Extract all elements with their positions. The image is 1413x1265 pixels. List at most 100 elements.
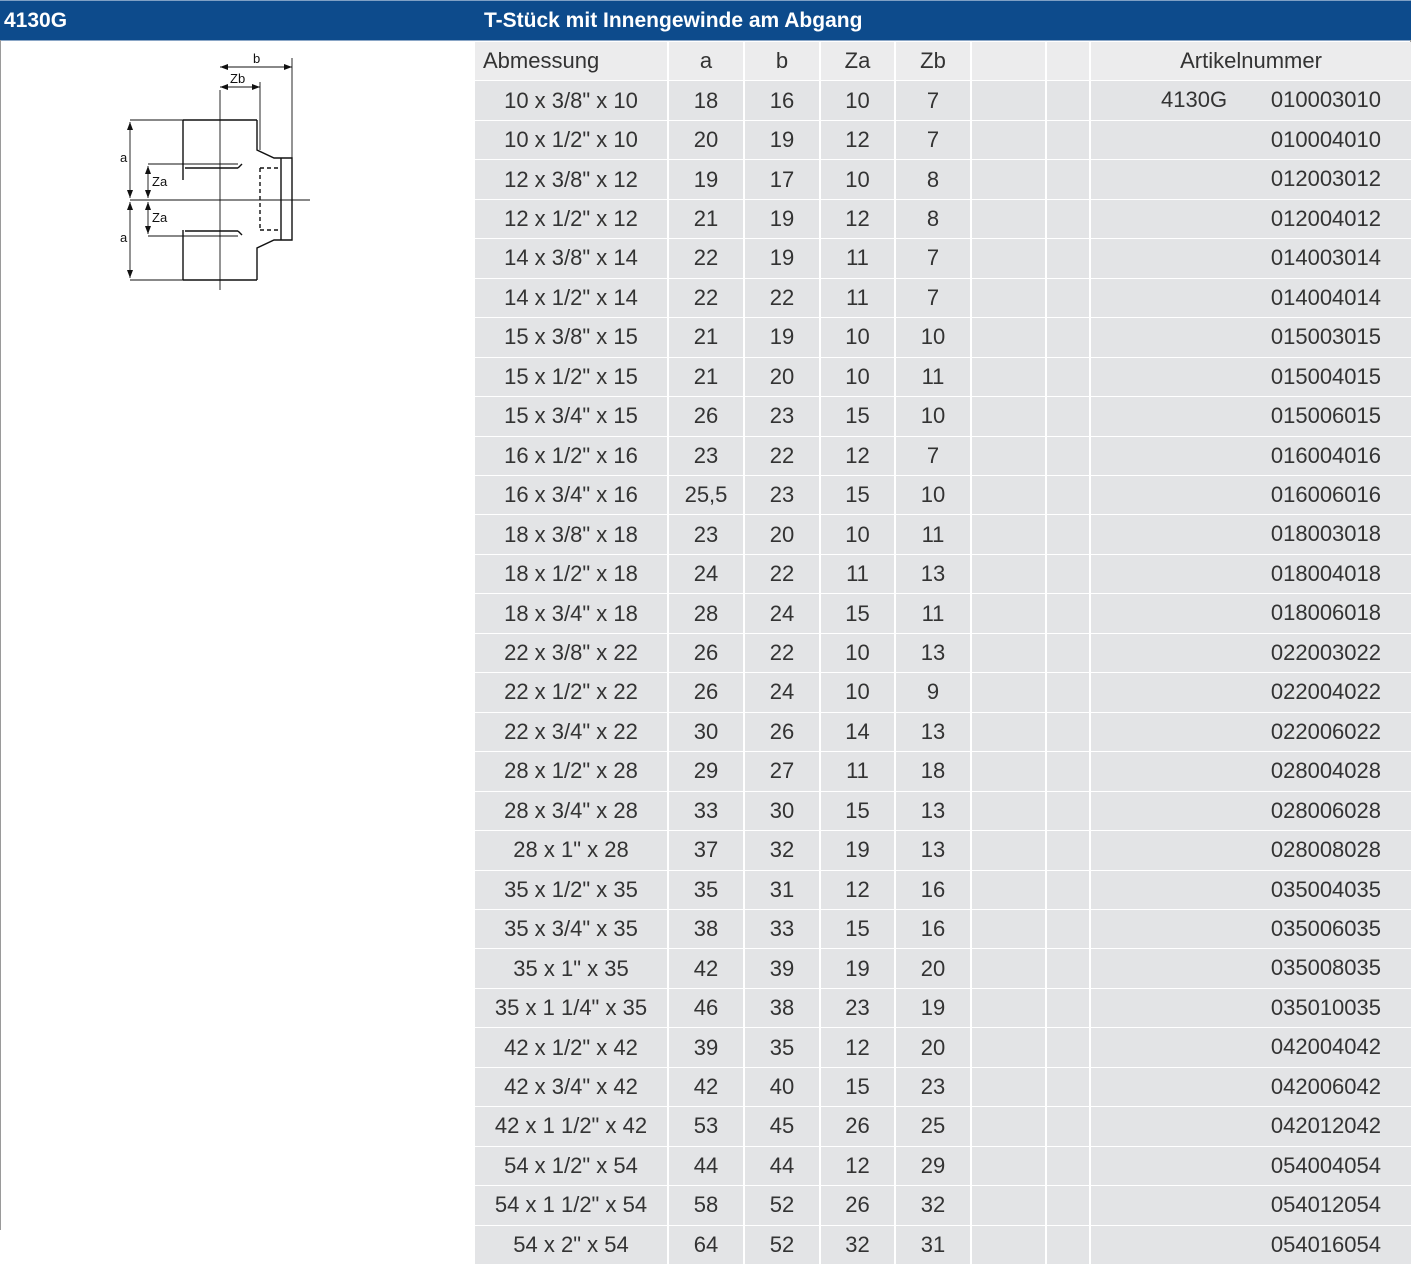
- cell-zb: 13: [894, 633, 971, 674]
- cell-abmessung: 22 x 3/4" x 22: [475, 712, 668, 753]
- cell-zb: 7: [894, 120, 971, 161]
- cell-empty: [970, 1225, 1046, 1265]
- cell-empty: [1045, 514, 1090, 555]
- cell-za: 15: [819, 475, 895, 516]
- cell-zb: 9: [894, 672, 971, 713]
- cell-artikelnummer: 035004035: [1089, 870, 1411, 910]
- article-number: 014004014: [1270, 284, 1381, 310]
- cell-artikelnummer: 054004054: [1089, 1146, 1411, 1187]
- cell-zb: 23: [894, 1067, 971, 1108]
- table-row: 14 x 1/2" x 14 22 22 11 7 014004014: [475, 278, 1411, 319]
- article-number: 016004016: [1270, 442, 1381, 468]
- col-header-artikelnummer: Artikelnummer: [1089, 42, 1411, 82]
- cell-artikelnummer: 028006028: [1089, 791, 1411, 832]
- cell-empty: [970, 554, 1046, 595]
- cell-za: 19: [819, 830, 895, 871]
- cell-a: 26: [667, 396, 744, 437]
- cell-empty: [970, 1027, 1046, 1068]
- cell-empty: [970, 1146, 1046, 1187]
- cell-artikelnummer: 015003015: [1089, 317, 1411, 358]
- article-number: 015003015: [1270, 324, 1381, 350]
- dim-label-b: b: [253, 51, 260, 66]
- table-row: 14 x 3/8" x 14 22 19 11 7 014003014: [475, 238, 1411, 279]
- cell-za: 12: [819, 1027, 895, 1068]
- cell-artikelnummer: 042012042: [1089, 1106, 1411, 1147]
- cell-artikelnummer: 018004018: [1089, 554, 1411, 595]
- cell-zb: 11: [894, 514, 971, 555]
- cell-empty: [1045, 712, 1090, 753]
- cell-b: 19: [743, 199, 820, 240]
- article-number: 010003010: [1270, 87, 1381, 113]
- table-row: 35 x 1/2" x 35 35 31 12 16 035004035: [475, 870, 1411, 910]
- cell-artikelnummer: 035010035: [1089, 988, 1411, 1029]
- cell-zb: 13: [894, 554, 971, 595]
- article-number: 014003014: [1270, 245, 1381, 271]
- cell-empty: [1045, 1146, 1090, 1187]
- cell-empty: [970, 1185, 1046, 1226]
- table-row: 54 x 1/2" x 54 44 44 12 29 054004054: [475, 1146, 1411, 1187]
- article-number: 012004012: [1270, 205, 1381, 231]
- cell-b: 22: [743, 436, 820, 476]
- cell-a: 21: [667, 357, 744, 398]
- cell-abmessung: 18 x 1/2" x 18: [475, 554, 668, 595]
- col-header-empty-2: [1045, 42, 1090, 82]
- cell-a: 39: [667, 1027, 744, 1068]
- table-row: 35 x 1" x 35 42 39 19 20 035008035: [475, 948, 1411, 989]
- cell-artikelnummer: 035008035: [1089, 948, 1411, 989]
- cell-empty: [1045, 791, 1090, 832]
- cell-za: 32: [819, 1225, 895, 1265]
- cell-a: 58: [667, 1185, 744, 1226]
- table-row: 22 x 3/4" x 22 30 26 14 13 022006022: [475, 712, 1411, 753]
- cell-artikelnummer: 054016054: [1089, 1225, 1411, 1265]
- cell-b: 19: [743, 238, 820, 279]
- cell-empty: [970, 672, 1046, 713]
- cell-empty: [970, 593, 1046, 634]
- cell-zb: 10: [894, 475, 971, 516]
- cell-a: 19: [667, 159, 744, 200]
- table-row: 22 x 1/2" x 22 26 24 10 9 022004022: [475, 672, 1411, 713]
- cell-za: 10: [819, 317, 895, 358]
- cell-artikelnummer: 042004042: [1089, 1027, 1411, 1068]
- cell-b: 19: [743, 317, 820, 358]
- col-header-abmessung: Abmessung: [475, 42, 668, 82]
- cell-empty: [970, 830, 1046, 871]
- cell-a: 26: [667, 672, 744, 713]
- table-row: 54 x 1 1/2" x 54 58 52 26 32 054012054: [475, 1185, 1411, 1226]
- article-number: 035008035: [1270, 955, 1381, 981]
- cell-b: 22: [743, 278, 820, 319]
- cell-za: 10: [819, 514, 895, 555]
- cell-a: 30: [667, 712, 744, 753]
- cell-za: 26: [819, 1185, 895, 1226]
- cell-artikelnummer: 022004022: [1089, 672, 1411, 713]
- cell-za: 10: [819, 357, 895, 398]
- cell-empty: [1045, 120, 1090, 161]
- article-number: 016006016: [1270, 481, 1381, 507]
- cell-b: 23: [743, 475, 820, 516]
- table-row: 16 x 3/4" x 16 25,5 23 15 10 016006016: [475, 475, 1411, 516]
- cell-b: 22: [743, 554, 820, 595]
- cell-b: 31: [743, 870, 820, 910]
- cell-b: 16: [743, 80, 820, 121]
- cell-a: 24: [667, 554, 744, 595]
- cell-empty: [1045, 830, 1090, 871]
- cell-abmessung: 15 x 3/8" x 15: [475, 317, 668, 358]
- cell-artikelnummer: 054012054: [1089, 1185, 1411, 1226]
- cell-empty: [1045, 909, 1090, 950]
- cell-empty: [970, 436, 1046, 476]
- cell-a: 28: [667, 593, 744, 634]
- cell-empty: [1045, 396, 1090, 437]
- cell-zb: 8: [894, 199, 971, 240]
- cell-abmessung: 35 x 1" x 35: [475, 948, 668, 989]
- left-border: [0, 40, 1, 1230]
- table-body: 10 x 3/8" x 10 18 16 10 7 4130G 010003010 10 x …: [475, 80, 1411, 1265]
- cell-artikelnummer: 014004014: [1089, 278, 1411, 319]
- cell-artikelnummer: 015004015: [1089, 357, 1411, 398]
- article-number: 015006015: [1270, 403, 1381, 429]
- cell-empty: [970, 199, 1046, 240]
- cell-b: 33: [743, 909, 820, 950]
- cell-empty: [1045, 317, 1090, 358]
- cell-za: 12: [819, 120, 895, 161]
- cell-a: 21: [667, 317, 744, 358]
- cell-empty: [1045, 1225, 1090, 1265]
- cell-za: 11: [819, 751, 895, 792]
